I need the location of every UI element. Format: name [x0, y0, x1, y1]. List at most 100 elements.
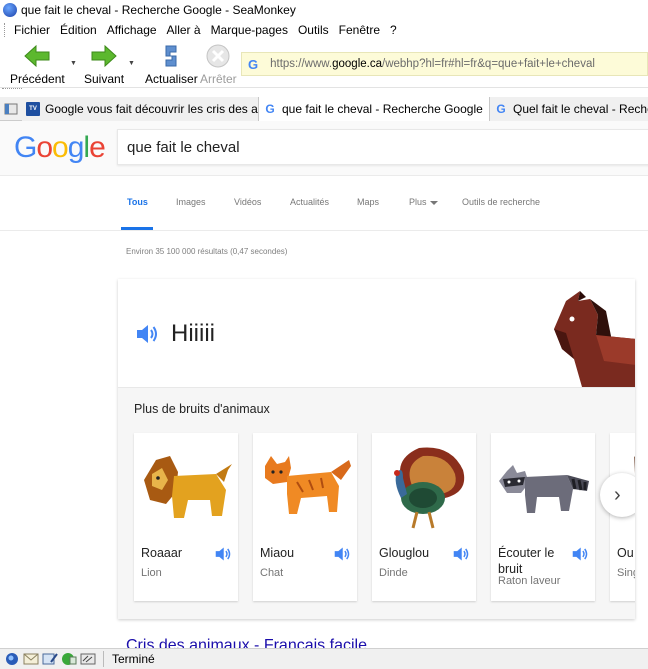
speaker-icon[interactable] [135, 323, 159, 350]
animal-sound: Ou ah [617, 546, 635, 560]
tab-maps[interactable]: Maps [357, 197, 379, 207]
forward-dropdown-icon[interactable]: ▼ [128, 60, 135, 67]
result-stats: Environ 35 100 000 résultats (0,47 secon… [126, 247, 288, 256]
window-title: que fait le cheval - Recherche Google - … [21, 3, 296, 17]
logo-letter: e [89, 131, 106, 164]
menu-fichier[interactable]: Fichier [14, 23, 50, 37]
fr-tv-icon: TV [26, 102, 40, 116]
google-icon: G [265, 102, 275, 116]
logo-letter: g [67, 131, 85, 164]
animal-name: Dinde [379, 567, 408, 579]
navigator-icon[interactable] [4, 652, 20, 666]
search-nav-tabs: Tous Images Vidéos Actualités Maps Plus … [0, 177, 648, 231]
forward-button[interactable]: Suivant [84, 43, 124, 86]
animal-card-singe[interactable]: Ou ah Sing [610, 433, 635, 601]
answer-header: Hiiiii [118, 279, 635, 387]
speaker-icon[interactable] [452, 546, 470, 567]
google-icon: G [496, 102, 506, 116]
cat-illustration [253, 439, 357, 535]
logo-letter: o [36, 131, 53, 164]
stop-button[interactable]: Arrêter [200, 43, 237, 86]
animal-name: Sing [617, 567, 635, 579]
stop-icon [204, 43, 232, 69]
animal-sound: Écouter le bruit [498, 546, 555, 576]
menu-bar: Fichier Édition Affichage Aller à Marque… [0, 20, 648, 40]
logo-letter: o [52, 131, 69, 164]
menu-aller[interactable]: Aller à [167, 23, 201, 37]
tab-actualites[interactable]: Actualités [290, 197, 329, 207]
tab-label: Google vous fait découvrir les cris des … [45, 102, 259, 116]
tab-outils-recherche[interactable]: Outils de recherche [462, 197, 540, 207]
tab-cris-animaux[interactable]: TV Google vous fait découvrir les cris d… [22, 97, 259, 121]
turkey-illustration [372, 439, 476, 535]
tab-videos[interactable]: Vidéos [234, 197, 261, 207]
menu-outils[interactable]: Outils [298, 23, 329, 37]
animal-sound: Roaaar [141, 546, 182, 560]
animal-sound: Glouglou [379, 546, 430, 560]
google-results-page: Google que fait le cheval Tous Images Vi… [0, 121, 648, 648]
url-path: /webhp?hl=fr#hl=fr&q=que+fait+le+cheval [382, 58, 595, 70]
stop-label: Arrêter [200, 72, 237, 86]
status-text: Terminé [112, 652, 155, 666]
back-arrow-icon [23, 43, 51, 69]
toolbar-grip [2, 88, 22, 96]
tab-label: Quel fait le cheval - Recherche [513, 102, 648, 116]
more-animals-title: Plus de bruits d'animaux [134, 402, 270, 416]
animal-sound-card: Hiiiii Plus de bruits d'animaux Roaaar L… [118, 279, 635, 619]
logo-letter: G [14, 131, 37, 164]
tab-recherche-active[interactable]: G que fait le cheval - Recherche Google [259, 97, 490, 121]
speaker-icon[interactable] [571, 546, 589, 567]
more-animals-section: Plus de bruits d'animaux Roaaar Lion Mia… [118, 388, 635, 619]
url-prefix: https://www. [270, 58, 333, 70]
menu-edition[interactable]: Édition [60, 23, 97, 37]
chevron-right-icon: › [614, 483, 621, 506]
animal-card-lion[interactable]: Roaaar Lion [134, 433, 238, 601]
forward-arrow-icon [90, 43, 118, 69]
reload-label: Actualiser [145, 72, 198, 86]
status-separator [103, 651, 104, 667]
google-logo[interactable]: Google [14, 131, 106, 165]
status-bar: Terminé [0, 648, 648, 669]
animal-card-dinde[interactable]: Glouglou Dinde [372, 433, 476, 601]
composer-icon[interactable] [42, 652, 58, 666]
tab-tous[interactable]: Tous [127, 197, 148, 207]
menu-fenetre[interactable]: Fenêtre [339, 23, 380, 37]
google-favicon-icon: G [248, 56, 259, 72]
window-title-bar: que fait le cheval - Recherche Google - … [0, 0, 648, 20]
carousel-next-button[interactable]: › [600, 473, 635, 517]
active-tab-indicator [121, 227, 153, 230]
reload-button[interactable]: Actualiser [145, 43, 198, 86]
url-domain: google.ca [332, 58, 382, 70]
menu-aide[interactable]: ? [390, 23, 397, 37]
tab-strip: TV Google vous fait découvrir les cris d… [0, 97, 648, 121]
tab-label: que fait le cheval - Recherche Google [282, 102, 483, 116]
menu-grip [4, 23, 8, 37]
speaker-icon[interactable] [333, 546, 351, 567]
animal-sound: Miaou [260, 546, 295, 560]
address-book-icon[interactable] [80, 652, 96, 666]
sidebar-toggle-icon[interactable] [0, 97, 22, 121]
reload-icon [157, 43, 185, 69]
back-label: Précédent [10, 72, 65, 86]
tab-images[interactable]: Images [176, 197, 206, 207]
menu-marque-pages[interactable]: Marque-pages [211, 23, 288, 37]
tab-quel-fait[interactable]: G Quel fait le cheval - Recherche [490, 97, 648, 121]
url-bar[interactable]: G https://www. google.ca/webhp?hl=fr#hl=f… [241, 52, 648, 76]
raccoon-illustration [491, 439, 595, 535]
search-input[interactable]: que fait le cheval [117, 129, 648, 165]
tab-plus[interactable]: Plus [409, 197, 438, 207]
horse-illustration [554, 291, 635, 387]
back-dropdown-icon[interactable]: ▼ [70, 60, 77, 67]
chat-icon[interactable] [61, 652, 77, 666]
first-result-link[interactable]: Cris des animaux - Français facile [126, 637, 367, 648]
animal-card-raton-laveur[interactable]: Écouter le bruit Raton laveur [491, 433, 595, 601]
back-button[interactable]: Précédent [10, 43, 65, 86]
animal-card-chat[interactable]: Miaou Chat [253, 433, 357, 601]
lion-illustration [134, 439, 238, 535]
animal-name: Lion [141, 567, 162, 579]
menu-affichage[interactable]: Affichage [107, 23, 157, 37]
mail-icon[interactable] [23, 652, 39, 666]
chevron-down-icon [429, 200, 438, 205]
speaker-icon[interactable] [214, 546, 232, 567]
seamonkey-icon [3, 3, 17, 17]
